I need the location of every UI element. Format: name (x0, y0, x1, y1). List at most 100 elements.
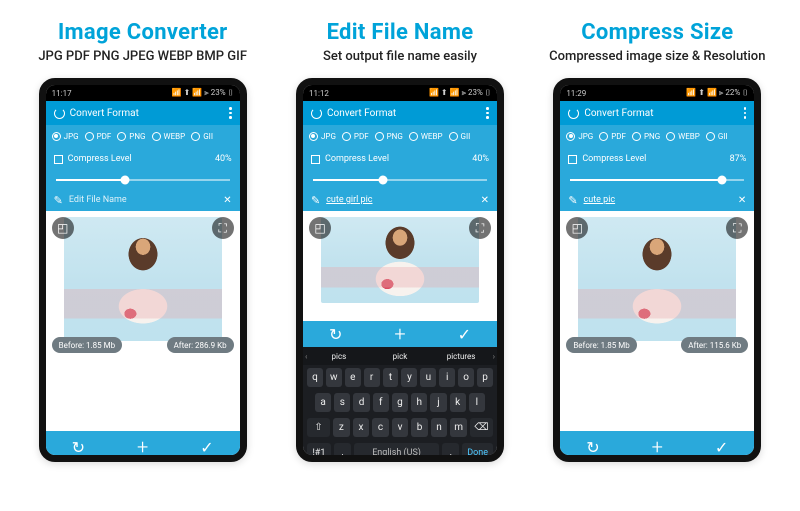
compress-slider[interactable] (56, 179, 230, 181)
filename-input[interactable]: cute pic (584, 195, 616, 205)
crop-button[interactable]: ◰ (52, 217, 74, 239)
status-bar: 11:17 📶 ⬆ 📶 ⫸ 23% ▯ (46, 85, 240, 101)
confirm-button[interactable] (458, 325, 471, 344)
key-numsym[interactable]: !#1 (307, 443, 331, 462)
format-png[interactable]: PNG (630, 132, 662, 141)
fullscreen-button[interactable]: ⛶ (212, 217, 234, 239)
confirm-button[interactable] (715, 438, 728, 457)
preview-photo (578, 217, 736, 341)
suggestion[interactable]: pick (370, 352, 429, 361)
clear-filename-button[interactable] (481, 195, 489, 206)
compress-value: 40% (472, 154, 489, 164)
key-j[interactable]: j (430, 393, 446, 412)
status-time: 11:12 (309, 89, 329, 98)
add-button[interactable] (652, 435, 663, 459)
format-pdf[interactable]: PDF (340, 132, 371, 141)
key-w[interactable]: w (326, 368, 342, 387)
overflow-menu-icon[interactable] (744, 107, 747, 119)
key-comma[interactable]: , (334, 443, 351, 462)
overflow-menu-icon[interactable] (229, 107, 232, 119)
key-k[interactable]: k (450, 393, 466, 412)
panel-title: Image Converter (58, 20, 228, 45)
key-d[interactable]: d (353, 393, 369, 412)
slider-thumb[interactable] (121, 176, 130, 185)
compress-slider-row (46, 171, 240, 189)
format-selector: JPG PDF PNG WEBP GII (303, 125, 497, 147)
history-button[interactable] (329, 325, 342, 344)
compress-slider[interactable] (313, 179, 487, 181)
slider-thumb[interactable] (717, 176, 726, 185)
app-bar: Convert Format (46, 101, 240, 125)
format-webp[interactable]: WEBP (664, 132, 702, 141)
fullscreen-button[interactable]: ⛶ (726, 217, 748, 239)
filename-input[interactable]: cute girl pic (326, 195, 372, 205)
suggestion[interactable]: pictures (432, 352, 491, 361)
compress-slider-row (560, 171, 754, 189)
format-png[interactable]: PNG (373, 132, 405, 141)
image-preview: ◰ ⛶ Before: 1.85 Mb After: 115.6 Kb (560, 211, 754, 359)
suggestion[interactable]: pics (309, 352, 368, 361)
clear-filename-button[interactable] (738, 195, 746, 206)
key-c[interactable]: c (372, 418, 389, 437)
key-x[interactable]: x (353, 418, 370, 437)
key-v[interactable]: v (392, 418, 409, 437)
clear-filename-button[interactable] (223, 195, 231, 206)
image-preview: ◰ ⛶ (303, 211, 497, 321)
format-webp[interactable]: WEBP (407, 132, 445, 141)
format-pdf[interactable]: PDF (83, 132, 114, 141)
key-period[interactable]: . (442, 443, 459, 462)
compress-value: 87% (730, 154, 747, 164)
history-button[interactable] (72, 438, 85, 457)
filename-input[interactable]: Edit File Name (69, 195, 127, 205)
filename-row: cute girl pic (303, 189, 497, 211)
confirm-button[interactable] (200, 438, 213, 457)
format-jpg[interactable]: JPG (50, 132, 81, 141)
format-png[interactable]: PNG (115, 132, 147, 141)
format-gif[interactable]: GII (189, 132, 215, 141)
add-button[interactable] (394, 322, 405, 346)
key-e[interactable]: e (345, 368, 361, 387)
key-b[interactable]: b (411, 418, 428, 437)
key-space[interactable]: English (US) (354, 443, 439, 462)
compress-label: Compress Level (68, 154, 132, 164)
key-done[interactable]: Done (462, 443, 493, 462)
compress-slider[interactable] (570, 179, 744, 181)
compress-value: 40% (215, 154, 232, 164)
sugg-next[interactable]: › (493, 352, 495, 361)
key-g[interactable]: g (392, 393, 408, 412)
key-a[interactable]: a (315, 393, 331, 412)
add-button[interactable] (137, 435, 148, 459)
compress-row: Compress Level 40% (46, 147, 240, 171)
size-after-badge: After: 115.6 Kb (681, 337, 748, 353)
key-y[interactable]: y (401, 368, 417, 387)
key-f[interactable]: f (373, 393, 389, 412)
fullscreen-button[interactable]: ⛶ (469, 217, 491, 239)
key-i[interactable]: i (439, 368, 455, 387)
key-z[interactable]: z (333, 418, 350, 437)
key-q[interactable]: q (307, 368, 323, 387)
key-m[interactable]: m (450, 418, 467, 437)
history-button[interactable] (586, 438, 599, 457)
format-gif[interactable]: GII (447, 132, 473, 141)
format-jpg[interactable]: JPG (307, 132, 338, 141)
format-gif[interactable]: GII (704, 132, 730, 141)
key-n[interactable]: n (431, 418, 448, 437)
key-p[interactable]: p (477, 368, 493, 387)
key-u[interactable]: u (420, 368, 436, 387)
format-jpg[interactable]: JPG (564, 132, 595, 141)
key-h[interactable]: h (411, 393, 427, 412)
key-s[interactable]: s (334, 393, 350, 412)
slider-thumb[interactable] (378, 176, 387, 185)
format-webp[interactable]: WEBP (150, 132, 188, 141)
app-title: Convert Format (70, 108, 139, 119)
key-shift[interactable]: ⇧ (307, 418, 330, 437)
overflow-menu-icon[interactable] (486, 107, 489, 119)
key-l[interactable]: l (469, 393, 485, 412)
key-t[interactable]: t (383, 368, 399, 387)
format-pdf[interactable]: PDF (597, 132, 628, 141)
crop-button[interactable]: ◰ (309, 217, 331, 239)
key-backspace[interactable]: ⌫ (470, 418, 493, 437)
sugg-prev[interactable]: ‹ (305, 352, 307, 361)
key-o[interactable]: o (458, 368, 474, 387)
key-r[interactable]: r (364, 368, 380, 387)
